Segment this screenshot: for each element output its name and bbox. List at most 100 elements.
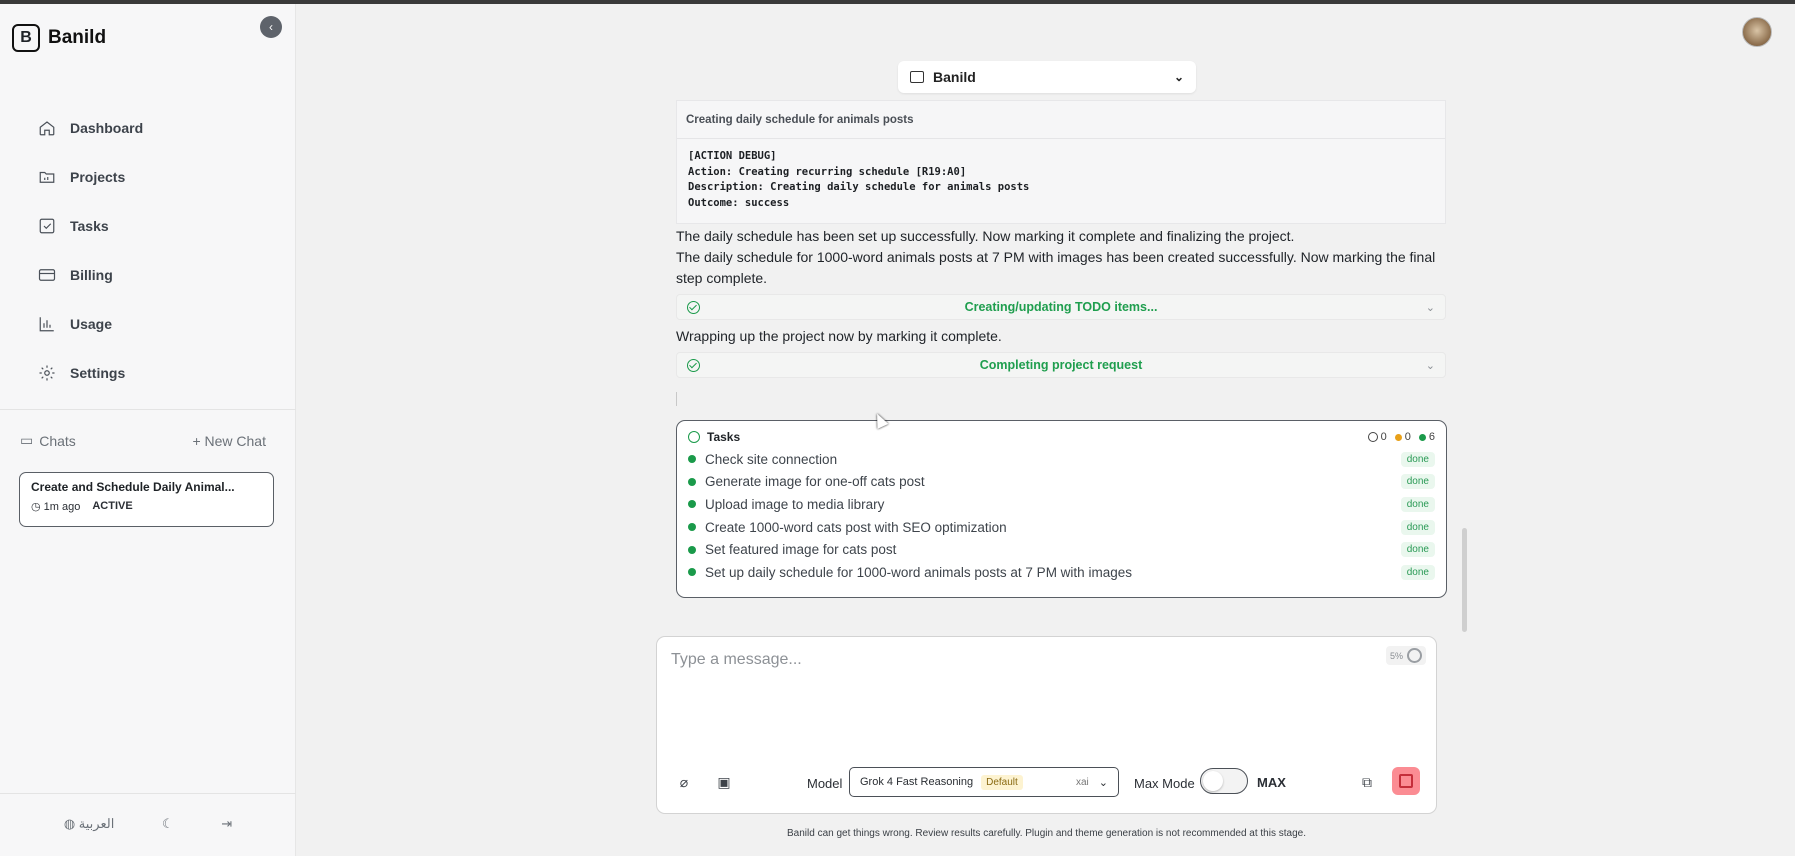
- model-label: Model: [807, 776, 843, 791]
- globe-icon: ◍: [63, 816, 79, 831]
- tool-call-complete[interactable]: Completing project request ⌄: [676, 352, 1446, 378]
- action-debug-log: [ACTION DEBUG] Action: Creating recurrin…: [688, 150, 1030, 209]
- tool-call-label: Completing project request: [979, 358, 1143, 372]
- chevron-down-icon: ⌄: [1425, 301, 1435, 314]
- check-circle-icon: [687, 300, 700, 314]
- task-item: Upload image to media library done: [688, 493, 1435, 516]
- model-select[interactable]: Grok 4 Fast Reasoning Default xai ⌄: [849, 767, 1119, 797]
- chat-title: Create and Schedule Daily Animal...: [31, 480, 235, 494]
- status-dot: [688, 500, 696, 509]
- sidebar-item-usage[interactable]: Usage: [38, 299, 143, 348]
- copy-icon[interactable]: ⧉: [1356, 771, 1378, 793]
- chats-title: ▭ Chats: [20, 432, 76, 449]
- folder-icon: [910, 71, 924, 83]
- action-debug-title: Creating daily schedule for animals post…: [677, 101, 1445, 139]
- sidebar-item-label: Billing: [70, 266, 113, 283]
- assistant-message: Wrapping up the project now by marking i…: [676, 328, 1002, 344]
- orange-dot-icon: [1394, 433, 1402, 441]
- sidebar-item-label: Dashboard: [70, 119, 144, 136]
- brand[interactable]: B Banild: [12, 24, 106, 52]
- tasks-header: Tasks 0 0 6: [688, 430, 1435, 444]
- status-badge: done: [1400, 474, 1435, 490]
- task-list: Check site connection done Generate image…: [688, 448, 1435, 584]
- default-badge: Default: [981, 774, 1023, 790]
- logout-icon[interactable]: ⇥: [221, 816, 232, 832]
- pending-count: 0: [1367, 431, 1387, 443]
- progress-ring-icon: [1407, 648, 1422, 663]
- clock-icon: [1367, 432, 1378, 442]
- tool-call-label: Creating/updating TODO items...: [964, 300, 1158, 314]
- new-chat-button[interactable]: + New Chat: [192, 432, 266, 449]
- sidebar-item-projects[interactable]: Projects: [38, 152, 143, 201]
- collapse-sidebar-button[interactable]: ‹: [260, 16, 282, 38]
- status-dot: [688, 477, 696, 486]
- project-selector[interactable]: Banild ⌄: [898, 61, 1196, 93]
- sidebar-item-label: Projects: [70, 168, 126, 185]
- chat-time: ◷ 1m ago: [31, 501, 81, 513]
- model-provider: xai: [1075, 776, 1089, 788]
- assistant-message: The daily schedule has been set up succe…: [676, 228, 1295, 244]
- context-usage-indicator: 5%: [1385, 646, 1426, 665]
- language-switch[interactable]: ◍ العربية: [64, 816, 115, 832]
- status-badge: done: [1400, 519, 1435, 535]
- brand-name: Banild: [48, 27, 107, 48]
- sidebar-item-label: Tasks: [70, 217, 109, 234]
- chevron-down-icon: ⌄: [1173, 70, 1184, 84]
- sidebar-item-label: Usage: [70, 315, 113, 332]
- chevron-down-icon: ⌄: [1098, 776, 1108, 789]
- status-badge: done: [1400, 451, 1435, 467]
- project-selector-value: Banild: [933, 69, 976, 85]
- brand-logo: B: [12, 24, 40, 52]
- status-dot: [688, 568, 696, 577]
- task-counts: 0 0 6: [1367, 431, 1435, 443]
- bar-chart-icon: [39, 316, 54, 331]
- max-mode-label: Max Mode: [1134, 776, 1195, 791]
- status-badge: done: [1400, 542, 1435, 558]
- moon-icon[interactable]: ☾: [162, 816, 174, 832]
- sidebar-nav: Dashboard Projects Tasks Billing Usage S…: [38, 103, 143, 397]
- chat-meta: ◷ 1m ago ACTIVE: [31, 500, 262, 513]
- user-avatar[interactable]: [1742, 17, 1772, 47]
- green-dot-icon: [1418, 433, 1426, 441]
- folder-icon: [39, 171, 55, 183]
- sidebar: B Banild ‹ Dashboard Projects Tasks Bill…: [0, 4, 296, 856]
- sidebar-item-tasks[interactable]: Tasks: [38, 201, 143, 250]
- checkbox-icon: [39, 218, 55, 233]
- clock-icon: ◷: [31, 501, 44, 513]
- check-circle-icon: [687, 358, 700, 372]
- task-item: Set up daily schedule for 1000-word anim…: [688, 561, 1435, 584]
- scrollbar-thumb[interactable]: [1462, 528, 1467, 632]
- card-icon: [38, 268, 56, 281]
- stop-button[interactable]: [1392, 767, 1420, 795]
- check-circle-icon: [688, 431, 700, 443]
- chat-bubble-icon: ▭: [20, 432, 34, 448]
- chat-status-badge: ACTIVE: [92, 500, 133, 512]
- in-progress-count: 0: [1394, 431, 1411, 443]
- max-label: MAX: [1257, 775, 1286, 790]
- tool-call-todo[interactable]: Creating/updating TODO items... ⌄: [676, 294, 1446, 320]
- gear-icon: [39, 365, 55, 380]
- chats-header: ▭ Chats + New Chat: [20, 432, 266, 449]
- sidebar-item-label: Settings: [70, 364, 126, 381]
- sidebar-footer: ◍ العربية ☾ ⇥: [0, 816, 296, 832]
- home-icon: [39, 120, 55, 135]
- image-icon[interactable]: ▣: [713, 771, 735, 793]
- status-dot: [688, 455, 696, 464]
- task-item: Set featured image for cats post done: [688, 538, 1435, 561]
- sidebar-item-dashboard[interactable]: Dashboard: [38, 103, 143, 152]
- task-item: Generate image for one-off cats post done: [688, 471, 1435, 494]
- attach-icon[interactable]: ⌀: [673, 771, 695, 793]
- status-dot: [688, 545, 696, 554]
- sidebar-item-settings[interactable]: Settings: [38, 348, 143, 397]
- task-item: Create 1000-word cats post with SEO opti…: [688, 516, 1435, 539]
- status-badge: done: [1400, 564, 1435, 580]
- sidebar-divider: [0, 409, 296, 410]
- sidebar-item-billing[interactable]: Billing: [38, 250, 143, 299]
- status-dot: [688, 523, 696, 532]
- assistant-message: The daily schedule for 1000-word animals…: [676, 249, 1436, 286]
- composer-toolbar: ⌀ ▣ Model Grok 4 Fast Reasoning Default …: [657, 767, 1436, 799]
- max-mode-toggle[interactable]: [1200, 768, 1248, 794]
- message-input[interactable]: [671, 651, 1331, 741]
- chat-list-item[interactable]: Create and Schedule Daily Animal... ◷ 1m…: [19, 472, 274, 527]
- tasks-title: Tasks: [707, 430, 741, 444]
